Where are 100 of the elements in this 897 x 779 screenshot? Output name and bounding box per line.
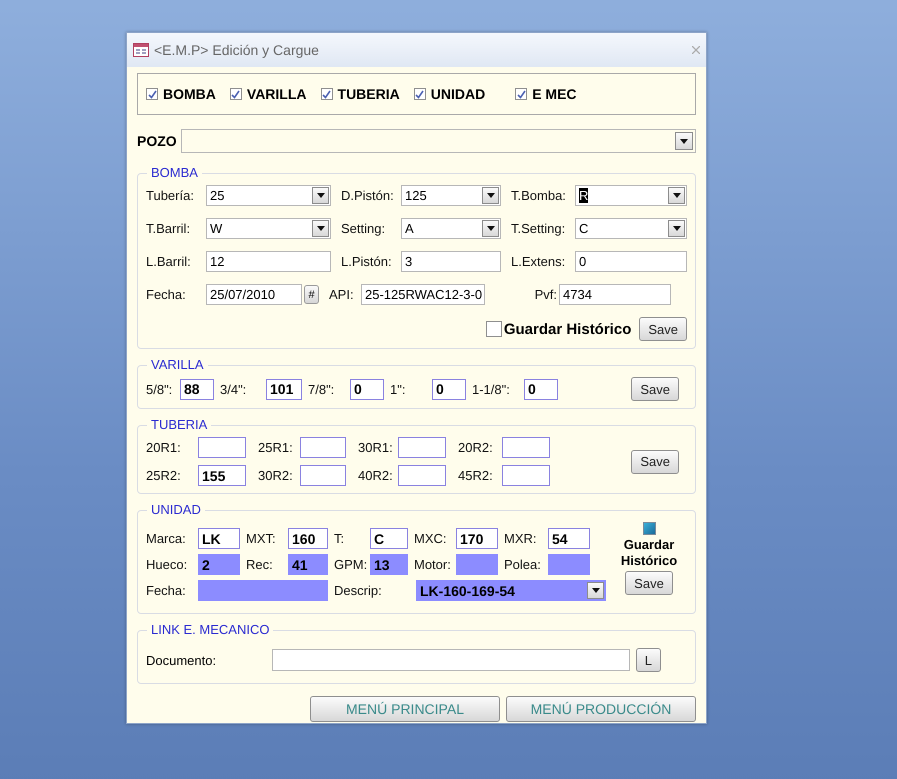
input-field[interactable]: C: [370, 528, 408, 549]
input-field[interactable]: LK: [198, 528, 240, 549]
field-label: 30R2:: [258, 468, 294, 483]
dropdown-field[interactable]: R: [575, 185, 687, 206]
save-button[interactable]: Save: [631, 450, 679, 474]
input-field[interactable]: [398, 437, 446, 458]
input-field[interactable]: [502, 465, 550, 486]
field-label: MXC:: [414, 531, 448, 546]
field-label: 25R1:: [258, 440, 294, 455]
dropdown-field[interactable]: LK-160-169-54: [416, 580, 606, 601]
field-label: Fecha:: [146, 287, 187, 302]
field-label: 20R1:: [146, 440, 182, 455]
input-field[interactable]: 0: [575, 251, 687, 272]
caret-icon: [668, 187, 685, 204]
input-field[interactable]: 0: [432, 378, 466, 400]
input-field[interactable]: 88: [180, 378, 214, 400]
group-title: TUBERIA: [147, 417, 212, 432]
group-title: VARILLA: [147, 357, 208, 372]
input-field[interactable]: [198, 580, 328, 601]
field-label: T.Setting:: [511, 221, 566, 236]
group-title: BOMBA: [147, 165, 202, 180]
field-label: T:: [334, 531, 346, 546]
save-button[interactable]: Save: [631, 377, 679, 401]
checkbox-label: TUBERIA: [338, 86, 400, 102]
window-title: <E.M.P> Edición y Cargue: [154, 42, 320, 58]
dropdown-field[interactable]: W: [206, 218, 331, 239]
close-icon[interactable]: [692, 46, 700, 54]
checkbox-label: VARILLA: [246, 86, 307, 102]
checkbox[interactable]: [486, 321, 502, 337]
field-label: 1":: [390, 382, 406, 396]
field-label: 45R2:: [458, 468, 494, 483]
field-label: Fecha:: [146, 583, 187, 598]
input-field[interactable]: [272, 649, 630, 671]
save-button[interactable]: Save: [639, 317, 687, 341]
field-label: 20R2:: [458, 440, 494, 455]
input-field[interactable]: [300, 465, 346, 486]
input-field[interactable]: [548, 554, 590, 575]
field-label: API:: [329, 287, 355, 302]
checkbox-label: Guardar Histórico: [504, 320, 632, 338]
link-button[interactable]: L: [636, 648, 661, 672]
field-label: Setting:: [341, 221, 386, 236]
caret-icon: [312, 187, 329, 204]
calendar-button[interactable]: #: [304, 285, 319, 304]
caret-icon: [675, 132, 693, 150]
group-title: LINK E. MECANICO: [147, 622, 274, 637]
input-field[interactable]: 4734: [559, 284, 671, 305]
input-field[interactable]: [456, 554, 498, 575]
field-label: L.Barril:: [146, 254, 192, 269]
dropdown-field[interactable]: C: [575, 218, 687, 239]
caret-icon: [482, 220, 499, 237]
field-label: 1-1/8":: [472, 382, 511, 396]
dropdown-field[interactable]: A: [401, 218, 501, 239]
field-label: Rec:: [246, 557, 274, 572]
dropdown-field[interactable]: [180, 129, 696, 153]
checkbox[interactable]: [642, 522, 656, 535]
checkbox[interactable]: [146, 88, 158, 100]
input-field[interactable]: 13: [370, 554, 408, 575]
input-field[interactable]: 54: [548, 528, 590, 549]
checkbox[interactable]: [414, 88, 426, 100]
caret-icon: [312, 220, 329, 237]
field-label: Descrip:: [334, 583, 383, 598]
field-label: L.Pistón:: [341, 254, 393, 269]
input-field[interactable]: 2: [198, 554, 240, 575]
input-field[interactable]: [398, 465, 446, 486]
checkbox-label: Guardar Histórico: [620, 537, 678, 569]
field-label: Polea:: [504, 557, 542, 572]
field-label: T.Barril:: [146, 221, 192, 236]
input-field[interactable]: 160: [288, 528, 328, 549]
field-label: 40R2:: [358, 468, 394, 483]
input-field[interactable]: 0: [350, 378, 384, 400]
field-label: Documento:: [146, 652, 218, 668]
checkbox[interactable]: [515, 88, 528, 100]
checkbox[interactable]: [320, 88, 333, 100]
input-field[interactable]: 41: [288, 554, 328, 575]
field-label: L.Extens:: [511, 254, 566, 269]
input-field[interactable]: [198, 437, 246, 458]
checkbox[interactable]: [230, 88, 242, 100]
input-field[interactable]: [502, 437, 550, 458]
field-label: Marca:: [146, 531, 187, 546]
input-field[interactable]: 155: [198, 465, 246, 486]
input-field[interactable]: 12: [206, 251, 331, 272]
field-label: MXR:: [504, 531, 538, 546]
field-label: Pvf:: [534, 287, 557, 302]
save-button[interactable]: Save: [625, 571, 673, 595]
input-field[interactable]: 3: [401, 251, 501, 272]
input-field[interactable]: 101: [266, 378, 302, 400]
dropdown-field[interactable]: 125: [401, 185, 501, 206]
field-label: D.Pistón:: [341, 188, 395, 203]
input-field[interactable]: 0: [524, 378, 558, 400]
caret-icon: [482, 187, 499, 204]
input-field[interactable]: 170: [456, 528, 498, 549]
field-label: Motor:: [414, 557, 452, 572]
date-field[interactable]: 25/07/2010: [206, 284, 302, 305]
checkbox-label: UNIDAD: [430, 86, 486, 102]
field-label: GPM:: [334, 557, 368, 572]
dropdown-field[interactable]: 25: [206, 185, 331, 206]
input-field[interactable]: 25-125RWAC12-3-0: [361, 284, 485, 305]
input-field[interactable]: [300, 437, 346, 458]
field-label: T.Bomba:: [511, 188, 567, 203]
field-label: 5/8":: [146, 382, 174, 396]
